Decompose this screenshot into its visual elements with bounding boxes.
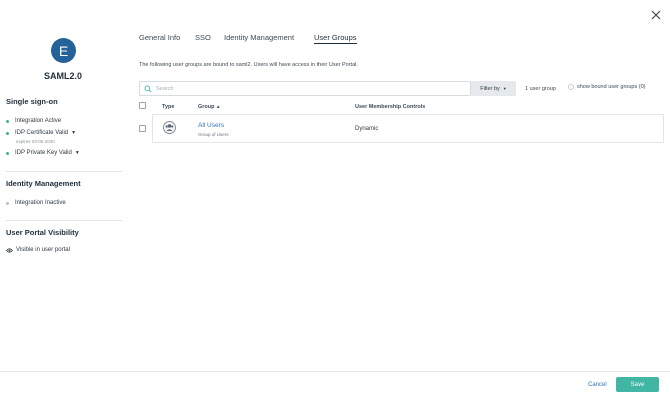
sidebar-divider <box>6 171 122 172</box>
status-idp-private-key[interactable]: IDP Private Key Valid ▼ <box>6 150 80 156</box>
status-dot-icon <box>6 201 9 205</box>
identity-section: Identity Management <box>6 179 122 188</box>
tab-user-groups[interactable]: User Groups <box>314 33 357 44</box>
status-integration-active: Integration Active <box>6 118 61 124</box>
caret-down-icon: ▼ <box>74 150 80 156</box>
status-integration-inactive: Integration Inactive <box>6 200 66 206</box>
tab-identity-management[interactable]: Identity Management <box>224 33 294 42</box>
row-checkbox[interactable] <box>139 125 146 132</box>
status-label: Integration Active <box>15 118 62 124</box>
status-dot-icon <box>6 131 9 135</box>
column-header-group-label: Group <box>198 104 215 110</box>
sidebar-divider <box>6 220 122 221</box>
app-avatar: E <box>51 38 76 63</box>
sort-up-icon: ▲ <box>216 104 221 109</box>
portal-visibility-item: Visible in user portal <box>6 247 70 253</box>
status-label: IDP Private Key Valid <box>15 150 72 156</box>
membership-control: Dynamic <box>355 126 379 132</box>
column-header-type: Type <box>162 104 175 110</box>
status-idp-certificate[interactable]: IDP Certificate Valid ▼ <box>6 130 76 136</box>
sso-heading: Single sign-on <box>6 97 58 106</box>
portal-visibility-label: Visible in user portal <box>16 247 70 253</box>
search-input[interactable] <box>156 83 456 94</box>
group-type: Group of Users <box>198 132 229 137</box>
search-box <box>139 81 471 96</box>
filter-label: Filter by <box>480 85 500 92</box>
portal-heading: User Portal Visibility <box>6 228 79 237</box>
group-name-link[interactable]: All Users <box>198 122 224 129</box>
status-label: Integration Inactive <box>15 200 66 206</box>
status-dot-icon <box>6 151 9 155</box>
caret-down-icon: ▼ <box>71 130 77 136</box>
footer-bar <box>0 371 670 397</box>
save-button[interactable]: Save <box>616 377 659 392</box>
tab-sso[interactable]: SSO <box>195 33 211 42</box>
portal-section: User Portal Visibility <box>6 228 122 237</box>
avatar-letter: E <box>58 42 69 59</box>
column-header-membership: User Membership Controls <box>355 104 426 110</box>
column-header-group[interactable]: Group ▲ <box>198 104 221 110</box>
show-bound-label: show bound user groups (0) <box>577 84 646 90</box>
identity-heading: Identity Management <box>6 179 81 188</box>
app-name: SAML2.0 <box>43 71 82 81</box>
close-button[interactable] <box>650 8 662 20</box>
user-groups-description: The following user groups are bound to s… <box>139 62 358 68</box>
select-all-checkbox[interactable] <box>139 102 146 109</box>
search-icon <box>144 85 152 93</box>
show-bound-radio[interactable] <box>568 84 574 90</box>
sso-section: Single sign-on <box>6 97 122 106</box>
caret-down-icon: ▼ <box>502 86 507 91</box>
filter-by-button[interactable]: Filter by ▼ <box>471 81 516 96</box>
table-row[interactable] <box>152 114 664 143</box>
group-icon <box>163 121 176 134</box>
certificate-expiry: expires 03-05-2030 <box>16 139 55 144</box>
cancel-button[interactable]: Cancel <box>588 382 607 388</box>
user-group-count: 1 user group <box>525 86 556 92</box>
tab-general-info[interactable]: General Info <box>139 33 180 42</box>
eye-icon <box>6 247 13 253</box>
close-icon <box>651 10 661 20</box>
status-dot-icon <box>6 119 9 123</box>
status-label: IDP Certificate Valid <box>15 130 69 136</box>
show-bound-toggle[interactable]: show bound user groups (0) <box>568 84 645 90</box>
